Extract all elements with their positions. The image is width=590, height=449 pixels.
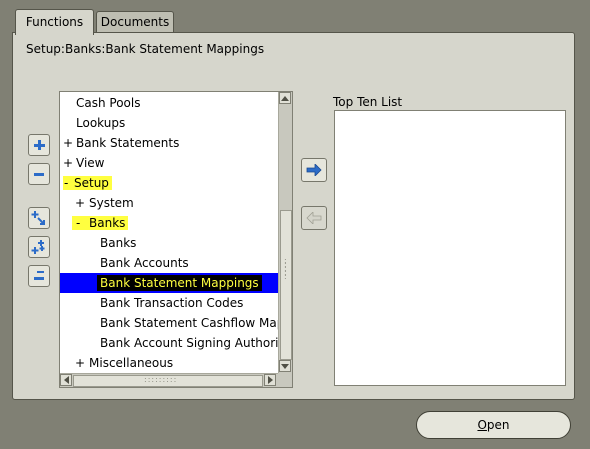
open-button[interactable]: Open — [416, 411, 571, 439]
tree-item-banks[interactable]: Banks — [100, 233, 136, 253]
scroll-up-button[interactable] — [279, 92, 291, 104]
tab-functions[interactable]: Functions — [15, 9, 94, 35]
plus-icon — [34, 140, 45, 150]
open-button-label: pen — [486, 418, 510, 432]
tree-item-label: Bank Account Signing Authorit — [100, 336, 284, 350]
expand-toggle[interactable]: + — [63, 133, 76, 153]
tab-functions-label: Functions — [25, 15, 84, 29]
tree-item-bank-transaction-codes[interactable]: Bank Transaction Codes — [100, 293, 243, 313]
tree-item-label: Bank Transaction Codes — [100, 296, 244, 310]
horizontal-scroll-thumb[interactable]: ::::::::: — [73, 375, 263, 387]
grip-icon: ::::: — [284, 256, 288, 281]
tree-item-label: Setup — [74, 176, 109, 190]
right-arrow-icon — [306, 164, 322, 176]
scrollbar-corner — [278, 373, 292, 387]
expand-toggle[interactable]: + — [75, 353, 89, 373]
collapse-all-icon — [34, 271, 44, 280]
collapse-all-button[interactable] — [28, 265, 50, 287]
tree-item-label: Banks — [89, 216, 126, 230]
tree-item-label: Bank Statement Cashflow Map — [100, 316, 285, 330]
tree-item-label: Cash Pools — [76, 96, 141, 110]
tree-item-system[interactable]: + System — [75, 193, 134, 213]
top-ten-list[interactable] — [334, 110, 566, 386]
open-button-mnemonic: O — [477, 418, 487, 432]
tree-item-label: System — [89, 196, 134, 210]
tree-item-bank-accounts[interactable]: Bank Accounts — [100, 253, 189, 273]
collapse-toggle[interactable]: - — [64, 173, 74, 193]
expand-branch-button[interactable] — [28, 207, 50, 229]
tree-item-label: View — [76, 156, 105, 170]
tree-item-bank-account-signing-authority[interactable]: Bank Account Signing Authorit — [100, 333, 283, 353]
tree-item-label: Lookups — [76, 116, 126, 130]
right-arrow-icon — [267, 376, 273, 384]
tab-documents[interactable]: Documents — [96, 11, 174, 33]
add-button[interactable] — [28, 134, 50, 156]
tree-item-label: Bank Accounts — [100, 256, 189, 270]
tree-item-cash-pools[interactable]: Cash Pools — [76, 93, 140, 113]
down-arrow-icon — [281, 363, 289, 369]
tree-item-bank-statement-mappings[interactable]: Bank Statement Mappings — [60, 273, 278, 293]
expand-toggle[interactable]: + — [75, 193, 89, 213]
tree-item-miscellaneous[interactable]: + Miscellaneous — [75, 353, 173, 373]
tree-item-view[interactable]: + View — [63, 153, 104, 173]
grip-icon: ::::::::: — [144, 375, 178, 384]
function-tree[interactable]: Cash Pools Lookups + Bank Statements + Vie… — [59, 91, 293, 388]
functions-panel: Setup:Banks:Bank Statement Mappings Cash… — [12, 32, 575, 400]
tree-item-setup[interactable]: - Setup — [63, 173, 112, 193]
scroll-left-button[interactable] — [60, 374, 72, 386]
selected-path-label: Setup:Banks:Bank Statement Mappings — [26, 42, 265, 56]
top-ten-label: Top Ten List — [333, 95, 403, 109]
expand-branch-icon — [31, 211, 45, 225]
tree-item-label: Bank Statements — [76, 136, 180, 150]
tree-item-label: Miscellaneous — [89, 356, 174, 370]
left-arrow-icon — [306, 212, 322, 224]
expand-all-button[interactable] — [28, 236, 50, 258]
tree-item-banks-folder[interactable]: - Banks — [72, 213, 129, 233]
minus-icon — [34, 173, 44, 176]
add-to-top-ten-button[interactable] — [301, 158, 327, 182]
tree-item-label: Banks — [100, 236, 137, 250]
tab-documents-label: Documents — [100, 15, 170, 29]
tree-item-label: Bank Statement Mappings — [97, 275, 262, 291]
remove-from-top-ten-button[interactable] — [301, 206, 327, 230]
expand-toggle[interactable]: + — [63, 153, 76, 173]
tree-item-bank-statements[interactable]: + Bank Statements — [63, 133, 179, 153]
horizontal-scrollbar[interactable]: ::::::::: — [60, 373, 278, 387]
up-arrow-icon — [281, 95, 289, 101]
tree-item-bank-statement-cashflow-map[interactable]: Bank Statement Cashflow Map — [100, 313, 284, 333]
expand-all-icon — [31, 240, 45, 254]
scroll-right-button[interactable] — [264, 374, 276, 386]
left-arrow-icon — [63, 376, 69, 384]
tree-item-lookups[interactable]: Lookups — [76, 113, 125, 133]
vertical-scroll-thumb[interactable]: ::::: — [280, 210, 292, 360]
remove-button[interactable] — [28, 163, 50, 185]
vertical-scrollbar[interactable]: ::::: — [278, 92, 292, 373]
scroll-down-button[interactable] — [279, 360, 291, 372]
collapse-toggle[interactable]: - — [73, 213, 89, 233]
